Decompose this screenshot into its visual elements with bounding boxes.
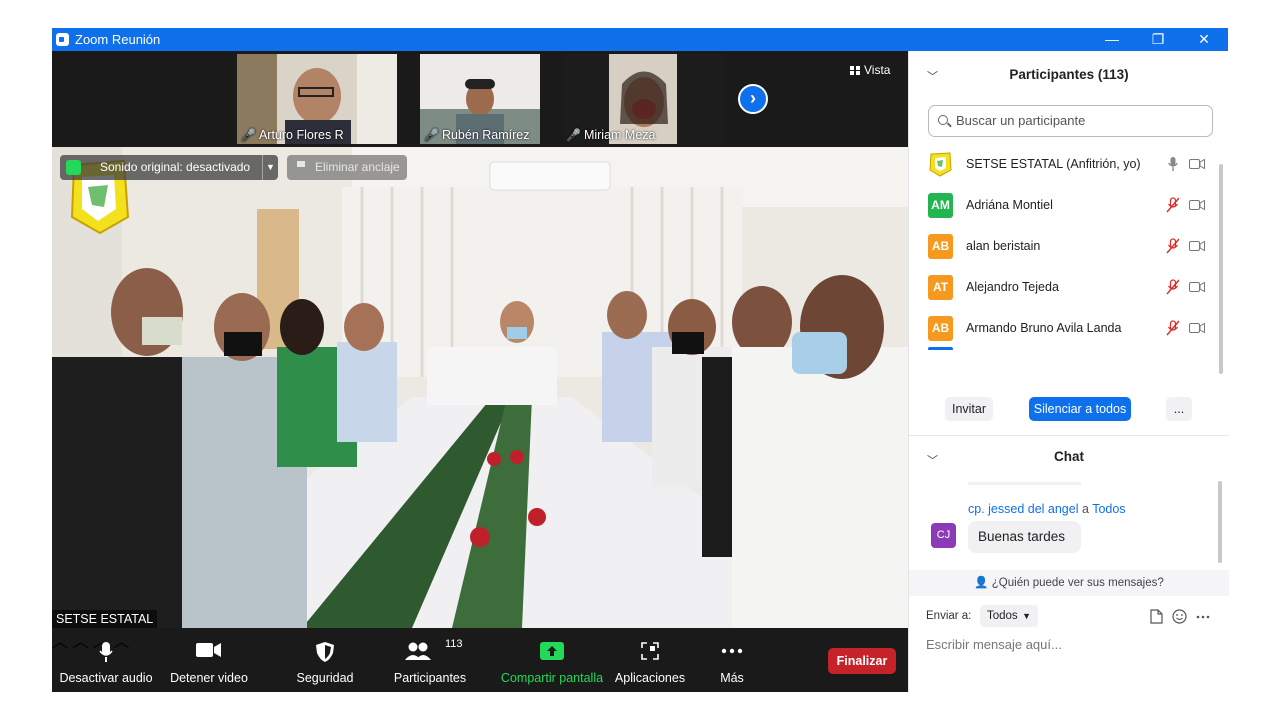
chat-message-header: cp. jessed del angel a Todos (968, 502, 1126, 516)
thumbnail-name: 🎤 Arturo Flores R (241, 128, 344, 142)
participant-name: Alejandro Tejeda (966, 280, 1059, 294)
minimize-button[interactable]: — (1089, 28, 1135, 51)
invite-button[interactable]: Invitar (945, 397, 993, 421)
chat-scrollbar[interactable] (1218, 481, 1222, 563)
mic-muted-icon[interactable] (1165, 320, 1179, 336)
participants-title: Participantes (113) (1009, 67, 1129, 82)
participants-icon (405, 642, 431, 660)
main-video: Sonido original: desactivado ▼ Eliminar … (52, 147, 908, 628)
stop-video-button[interactable]: Detener video (162, 628, 256, 692)
participant-search-input[interactable]: Buscar un participante (928, 105, 1213, 137)
chevron-down-icon: ▼ (1022, 611, 1031, 621)
more-button[interactable]: Más (702, 628, 762, 692)
zoom-app-icon (56, 33, 69, 46)
pin-icon (297, 161, 305, 173)
thumbnail-name: 🎤 Rubén Ramírez (424, 128, 530, 142)
meeting-toolbar: Desactivar audio ︿ Detener video ︿ Segur… (52, 628, 908, 692)
thumbnail-name: 🎤 Miriam Meza (566, 128, 656, 142)
video-camera-icon[interactable] (1189, 323, 1205, 333)
send-to-dropdown[interactable]: Todos ▼ (980, 605, 1038, 627)
chat-recipient[interactable]: Todos (1092, 502, 1125, 516)
mic-muted-icon: 🎤 (566, 128, 581, 142)
share-screen-icon (540, 642, 564, 660)
emoji-icon[interactable] (1172, 609, 1187, 624)
more-dots-icon (721, 648, 743, 654)
original-sound-button[interactable]: Sonido original: desactivado ▼ (60, 155, 278, 180)
video-area: 🎤 Arturo Flores R 🎤 Rubén Ramírez 🎤 Miri… (52, 51, 908, 692)
unpin-button[interactable]: Eliminar anclaje (287, 155, 407, 180)
participant-row[interactable]: AT Alejandro Tejeda (909, 267, 1221, 308)
video-camera-icon[interactable] (1189, 241, 1205, 251)
zoom-window: Zoom Reunión — ❐ ✕ 🎤 Arturo Flores R 🎤 R… (52, 28, 1229, 692)
thumbnail-strip: 🎤 Arturo Flores R 🎤 Rubén Ramírez 🎤 Miri… (52, 51, 908, 147)
chat-more-icon[interactable] (1196, 615, 1210, 619)
previous-message-edge (968, 482, 1081, 485)
participant-name: SETSE ESTATAL (Anfitrión, yo) (966, 157, 1141, 171)
apps-icon (641, 642, 659, 660)
mic-muted-icon[interactable] (1165, 279, 1179, 295)
share-screen-button[interactable]: Compartir pantalla (500, 628, 604, 692)
mic-muted-icon: 🎤 (241, 128, 256, 142)
chat-sender-name[interactable]: cp. jessed del angel (968, 502, 1079, 516)
participant-name: Adriána Montiel (966, 198, 1053, 212)
view-button[interactable]: Vista (850, 63, 890, 77)
next-page-button[interactable]: › (738, 84, 768, 114)
panel-divider (909, 435, 1229, 436)
chat-message: Buenas tardes (968, 521, 1081, 553)
participant-name: Armando Bruno Avila Landa (966, 321, 1122, 335)
participant-row[interactable]: AM Adriána Montiel (909, 185, 1221, 226)
mic-muted-icon[interactable] (1165, 238, 1179, 254)
mute-button[interactable]: Desactivar audio (58, 628, 154, 692)
participant-avatar-partial (928, 347, 953, 350)
speaker-name: SETSE ESTATAL (52, 610, 158, 628)
close-button[interactable]: ✕ (1181, 28, 1227, 51)
apps-button[interactable]: Aplicaciones (612, 628, 688, 692)
shield-icon (316, 642, 334, 662)
mute-all-button[interactable]: Silenciar a todos (1029, 397, 1131, 421)
person-lock-icon: 👤 (974, 577, 989, 589)
mic-muted-icon: 🎤 (424, 128, 439, 142)
video-camera-icon (196, 643, 221, 657)
chat-avatar: CJ (931, 523, 956, 548)
search-icon (938, 115, 948, 125)
chevron-down-icon[interactable]: ▼ (262, 155, 278, 180)
participants-more-button[interactable]: ... (1166, 397, 1192, 421)
restore-button[interactable]: ❐ (1135, 28, 1181, 51)
participant-avatar: AB (928, 316, 953, 341)
participant-name: alan beristain (966, 239, 1041, 253)
thumbnail-video[interactable]: 🎤 Miriam Meza (564, 54, 724, 144)
security-button[interactable]: Seguridad (285, 628, 365, 692)
microphone-icon (99, 642, 113, 662)
video-camera-icon[interactable] (1189, 159, 1205, 169)
title-bar: Zoom Reunión — ❐ ✕ (52, 28, 1228, 51)
participants-button[interactable]: 113 Participantes (386, 628, 474, 692)
video-camera-icon[interactable] (1189, 200, 1205, 210)
microphone-icon[interactable] (1168, 156, 1182, 172)
end-meeting-button[interactable]: Finalizar (828, 648, 896, 674)
mic-muted-icon[interactable] (1165, 197, 1179, 213)
window-title: Zoom Reunión (75, 32, 161, 47)
video-camera-icon[interactable] (1189, 282, 1205, 292)
thumbnail-video[interactable]: 🎤 Arturo Flores R (237, 54, 397, 144)
send-to-label: Enviar a: (926, 610, 972, 622)
participant-avatar: AB (928, 234, 953, 259)
participants-scrollbar[interactable] (1219, 164, 1223, 374)
chat-title: Chat (1054, 449, 1084, 464)
file-icon[interactable] (1150, 609, 1163, 624)
participant-avatar: AT (928, 275, 953, 300)
grid-view-icon (850, 66, 860, 75)
host-avatar (929, 152, 952, 177)
who-can-see-bar[interactable]: 👤 ¿Quién puede ver sus mensajes? (909, 570, 1229, 596)
participant-avatar: AM (928, 193, 953, 218)
thumbnail-video[interactable]: 🎤 Rubén Ramírez (420, 54, 540, 144)
participant-row[interactable]: AB alan beristain (909, 226, 1221, 267)
shield-check-icon (66, 160, 81, 175)
main-video-image (52, 147, 908, 628)
participant-list: SETSE ESTATAL (Anfitrión, yo) AM Adriána… (909, 144, 1221, 350)
participant-row[interactable]: AB Armando Bruno Avila Landa (909, 308, 1221, 349)
participant-row[interactable]: SETSE ESTATAL (Anfitrión, yo) (909, 144, 1221, 185)
participant-count: 113 (445, 638, 463, 650)
chat-message-input[interactable]: Escribir mensaje aquí... (926, 637, 1062, 652)
side-panel: ﹀ Participantes (113) Buscar un particip… (908, 51, 1229, 692)
